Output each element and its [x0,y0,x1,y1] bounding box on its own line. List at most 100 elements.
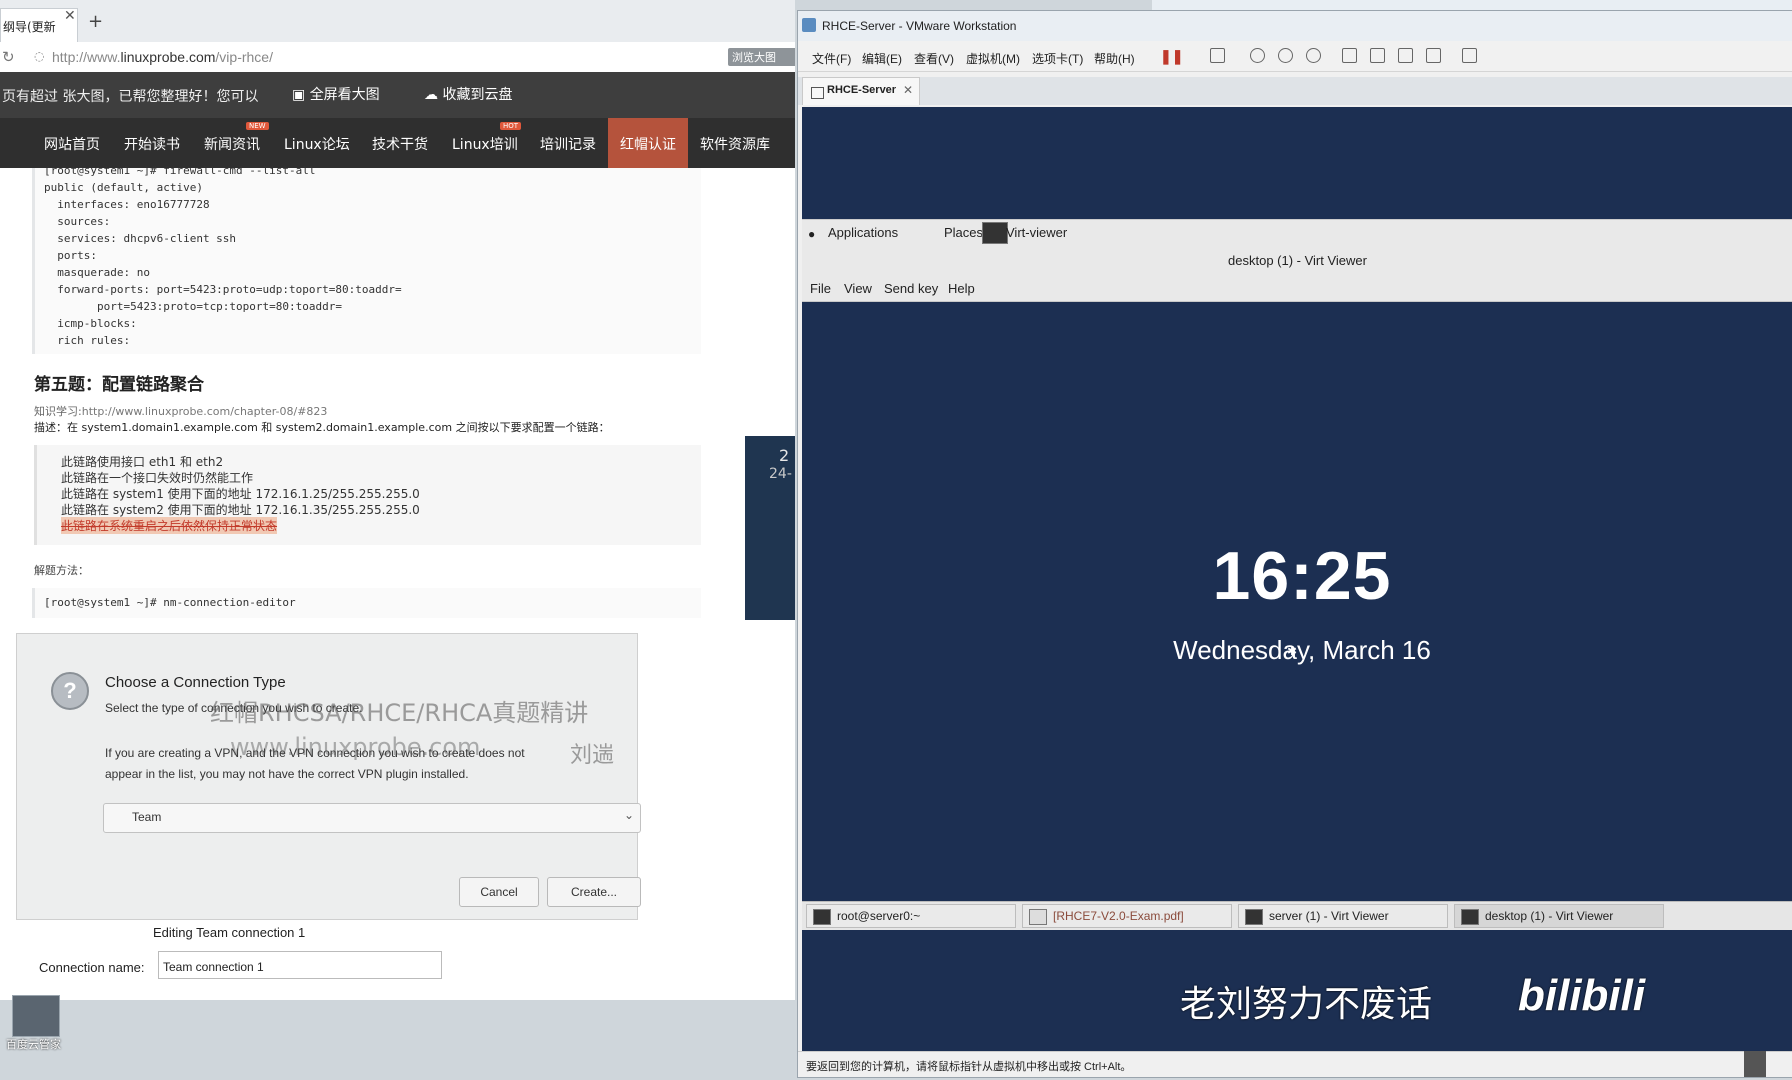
guest-taskbar: root@server0:~ [RHCE7-V2.0-Exam.pdf] ser… [802,901,1792,930]
new-tab-button[interactable]: + [88,11,103,32]
send-ctrl-alt-del-icon[interactable] [1210,48,1225,63]
mouse-cursor-icon: ✱ [1287,644,1298,658]
nav-news[interactable]: 新闻资讯 [204,134,260,154]
connection-name-input[interactable]: Team connection 1 [158,951,442,979]
globe-icon: ◌ [34,49,45,63]
places-menu[interactable]: Places [944,225,983,240]
revert-snapshot-icon[interactable] [1278,48,1293,63]
menu-file[interactable]: 文件(F) [812,50,851,67]
menu-edit[interactable]: 编辑(E) [862,50,902,67]
menu-help[interactable]: 帮助(H) [1094,50,1135,67]
taskbar-pdf[interactable]: [RHCE7-V2.0-Exam.pdf] [1022,904,1232,928]
vm-icon [811,87,824,99]
code-line: forward-ports: port=5423:proto=udp:topor… [44,283,402,296]
active-window-menu[interactable]: Virt-viewer [1006,225,1067,240]
fullscreen-icon[interactable] [1398,48,1413,63]
menu-view[interactable]: 查看(V) [914,50,954,67]
snapshot-icon[interactable] [1250,48,1265,63]
create-button[interactable]: Create... [547,877,641,907]
vm-tab[interactable]: RHCE-Server ✕ [802,77,920,105]
question-icon: ? [51,672,89,710]
taskbar-server-viewer[interactable]: server (1) - Virt Viewer [1238,904,1448,928]
address-bar[interactable]: ↻ ◌ http://www.linuxprobe.com/vip-rhce/ … [0,42,795,73]
author-watermark: 刘遄 [570,743,615,768]
nav-tech[interactable]: 技术干货 [372,134,428,154]
connection-type-select[interactable]: Team ⌄ [103,803,641,833]
nav-redhat-cert[interactable]: 红帽认证 [620,134,676,154]
virt-viewer-icon [982,222,1008,244]
snapshot-manager-icon[interactable] [1306,48,1321,63]
requirement-item: 此链路在一个接口失效时仍然能工作 [61,471,254,485]
url-domain: linuxprobe.com [120,49,216,65]
nav-home[interactable]: 网站首页 [44,134,100,154]
bilibili-logo: bilibili [1518,971,1646,1020]
cancel-button[interactable]: Cancel [459,877,539,907]
view-images-badge[interactable]: 浏览大图 [728,48,795,66]
full-view-label: 全屏看大图 [309,87,380,103]
full-view-button[interactable]: ▣ 全屏看大图 [292,84,380,104]
side-photo: 2 24- [745,436,795,620]
dialog-paragraph: appear in the list, you may not have the… [105,767,469,781]
cloud-icon: ☁ [424,87,443,103]
site-watermark: www.linuxprobe.com [230,733,481,761]
editing-title: Editing Team connection 1 [153,925,306,940]
connection-type-dialog: ? Choose a Connection Type Select the ty… [16,633,641,920]
task-description: 描述：在 system1.domain1.example.com 和 syste… [34,421,610,434]
requirements-box: 此链路使用接口 eth1 和 eth2 此链路在一个接口失效时仍然能工作 此链路… [34,445,701,545]
menu-tabs[interactable]: 选项卡(T) [1032,50,1083,67]
url-path: /vip-rhce/ [215,49,273,65]
url-text[interactable]: http://www.linuxprobe.com/vip-rhce/ [52,49,273,65]
nav-software[interactable]: 软件资源库 [700,134,770,154]
taskbar-desktop-viewer[interactable]: desktop (1) - Virt Viewer [1454,904,1664,928]
view-options-icon[interactable] [1462,48,1477,63]
knowledge-link[interactable]: http://www.linuxprobe.com/chapter-08/#82… [82,405,328,418]
taskbar-label: [RHCE7-V2.0-Exam.pdf] [1053,909,1184,923]
solve-label: 解题方法： [34,564,89,577]
baidu-cloud-icon[interactable] [12,995,60,1037]
taskbar-terminal[interactable]: root@server0:~ [806,904,1016,928]
vm-tab-label: RHCE-Server [827,84,897,96]
code-line: ports: [44,249,97,262]
code-line: port=5423:proto=tcp:toport=80:toaddr= [44,300,343,313]
course-watermark: 红帽RHCSA/RHCE/RHCA真题精讲 [210,699,589,727]
viewer-menu-sendkey[interactable]: Send key [884,281,938,296]
code-line: [root@system1 ~]# firewall-cmd --list-al… [44,164,316,177]
document-icon [1029,909,1047,925]
library-icon[interactable] [1342,48,1357,63]
viewer-menu-help[interactable]: Help [948,281,975,296]
close-icon[interactable]: ✕ [903,83,913,97]
section-heading: 第五题：配置链路聚合 [34,375,204,395]
requirement-item-highlighted: 此链路在系统重启之后依然保持正常状态 [61,517,278,534]
nav-records[interactable]: 培训记录 [540,134,596,154]
window-title: RHCE-Server - VMware Workstation [822,19,1017,33]
applications-menu[interactable]: Applications [828,225,898,240]
guest-screen[interactable]: ● Applications Places Virt-viewer deskto… [802,107,1792,1051]
bottom-watermark: 老刘努力不废话 [1180,983,1433,1024]
nav-forum[interactable]: Linux论坛 [284,134,350,154]
code-line: rich rules: [44,334,131,347]
photo-text: 2 [779,446,790,465]
image-icon: ▣ [292,87,310,103]
close-icon[interactable]: ✕ [64,8,76,24]
browser-window: 纲导(更新 ✕ + ↻ ◌ http://www.linuxprobe.com/… [0,0,795,1000]
connection-name-label: Connection name: [39,960,145,975]
unity-icon[interactable] [1426,48,1441,63]
viewer-menu-file[interactable]: File [810,281,831,296]
nav-training[interactable]: Linux培训 [452,134,518,154]
code-line: icmp-blocks: [44,317,137,330]
nav-reading[interactable]: 开始读书 [124,134,180,154]
background-strip [1152,0,1792,10]
vmware-menubar: 文件(F) 编辑(E) 查看(V) 虚拟机(M) 选项卡(T) 帮助(H) ❚❚ [798,41,1792,72]
viewer-menu-view[interactable]: View [844,281,872,296]
pause-icon[interactable]: ❚❚ [1160,48,1183,64]
code-line: [root@system1 ~]# nm-connection-editor [44,596,296,609]
tab-title: 纲导(更新 [3,20,56,34]
vmware-statusbar: 要返回到您的计算机，请将鼠标指针从虚拟机中移出或按 Ctrl+Alt。 [798,1051,1792,1077]
site-nav: 网站首页 开始读书 新闻资讯 NEW Linux论坛 技术干货 Linux培训 … [0,118,795,168]
menu-vm[interactable]: 虚拟机(M) [966,50,1020,67]
dialog-title: Choose a Connection Type [105,674,286,691]
hot-badge: HOT [500,122,522,130]
console-view-icon[interactable] [1370,48,1385,63]
refresh-icon[interactable]: ↻ [2,48,15,66]
cloud-save-button[interactable]: ☁ 收藏到云盘 [424,84,512,104]
